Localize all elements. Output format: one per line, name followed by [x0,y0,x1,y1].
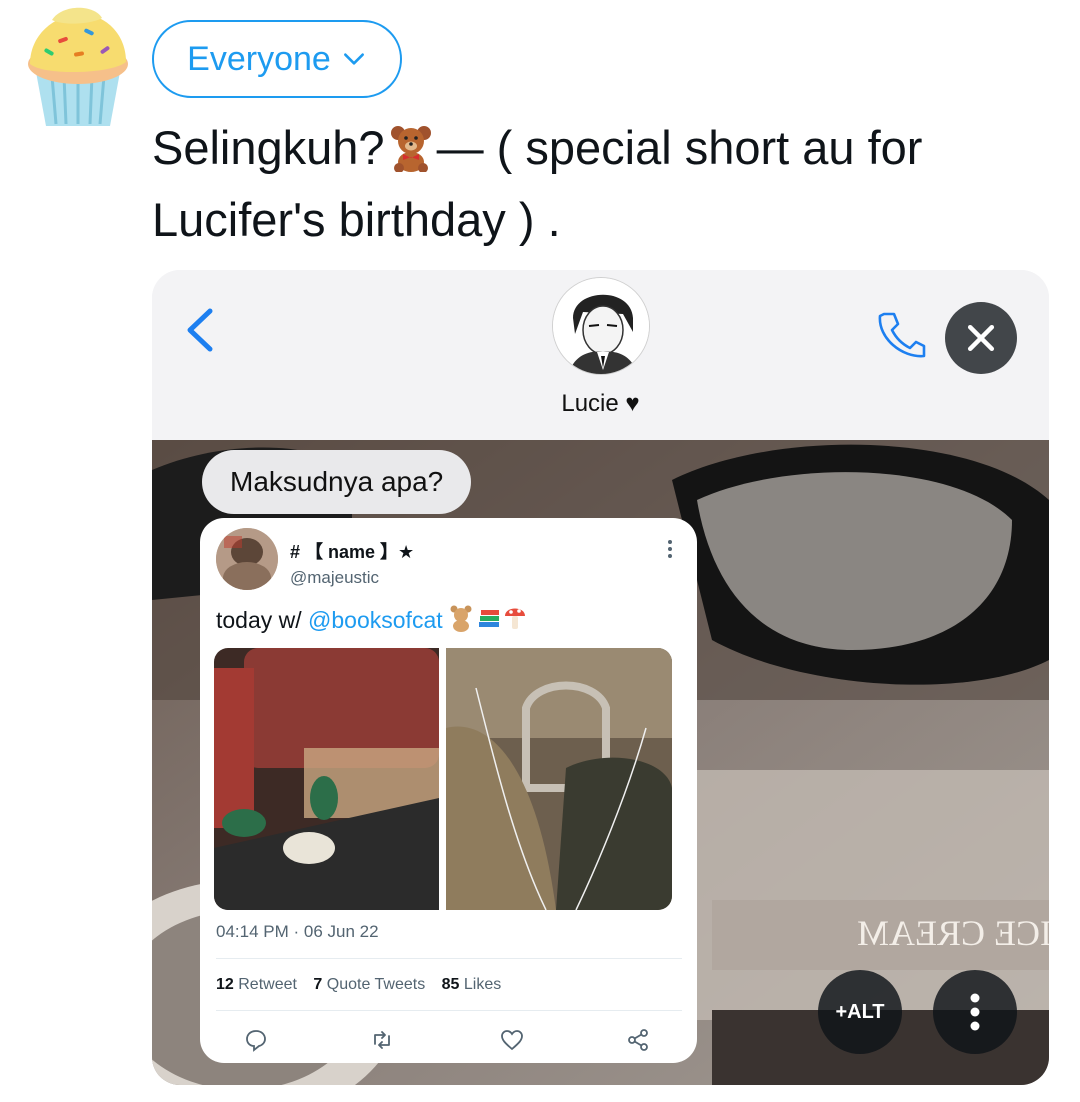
likes-label: Likes [463,976,502,993]
close-icon [967,324,995,352]
close-media-button[interactable] [945,302,1017,374]
embedded-photo-2-image [446,648,672,910]
media-more-button[interactable] [933,970,1017,1054]
contact-avatar[interactable] [552,277,650,375]
add-alt-text-button[interactable]: +ALT [818,970,902,1054]
tweet-text-line1: Selingkuh? [152,121,385,174]
contact-name: Lucie ♥ [561,390,640,417]
tweet-text-input[interactable]: Selingkuh? — ( special short au for Luci… [152,112,1052,256]
embedded-tweet: # 【 name 】★ @majeustic today w/ @booksof… [200,518,697,1063]
contact-avatar-drawing [553,278,649,374]
audience-label: Everyone [187,39,331,78]
quote-count: 7 [313,976,323,993]
media-attachment[interactable]: ICE CREAM Lucie ♥ Maksudnya apa? # 【 nam… [152,270,1049,1085]
user-avatar[interactable] [22,2,134,130]
embedded-tweet-display-name: # 【 name 】★ [290,542,415,562]
embedded-tweet-stats: 12 Retweet 7 Quote Tweets 85 Likes [216,976,501,994]
embedded-tweet-mention: @booksofcat [308,607,443,633]
more-vertical-icon [668,540,672,558]
embedded-tweet-text: today w/ @booksofcat [216,604,527,634]
embedded-tweet-handle: @majeustic [290,568,380,587]
embedded-tweet-text-prefix: today w/ [216,607,309,633]
teddy-bear-icon [390,126,431,172]
divider [216,1010,682,1011]
chevron-left-icon[interactable] [180,305,220,355]
divider [216,958,682,959]
quote-label: Quote Tweets [326,976,426,993]
retweet-label: Retweet [238,976,297,993]
retweet-count: 12 [216,976,234,993]
cupcake-icon [28,7,128,126]
chevron-down-icon [343,53,364,65]
embedded-tweet-timestamp: 04:14 PM · 06 Jun 22 [216,922,379,941]
phone-icon[interactable] [874,308,926,360]
reply-icon [246,1030,266,1052]
embedded-avatar-image [216,528,278,590]
more-vertical-icon [970,993,980,1031]
heart-icon [501,1030,523,1051]
embedded-photo-1-image [214,648,439,910]
svg-text:ICE CREAM: ICE CREAM [857,913,1049,953]
tweet-text-line2: Lucifer's birthday ) . [152,193,561,246]
embedded-tweet-avatar [216,528,278,590]
embedded-tweet-photo-2 [446,648,672,910]
audience-selector[interactable]: Everyone [152,20,402,98]
tweet-text-line1-rest: — ( special short au for [436,121,923,174]
emoji-group-icon [450,605,525,632]
share-icon [628,1029,648,1051]
embedded-tweet-photo-1 [214,648,439,910]
chat-message-bubble: Maksudnya apa? [202,450,472,514]
retweet-icon [374,1031,390,1049]
likes-count: 85 [441,976,460,993]
